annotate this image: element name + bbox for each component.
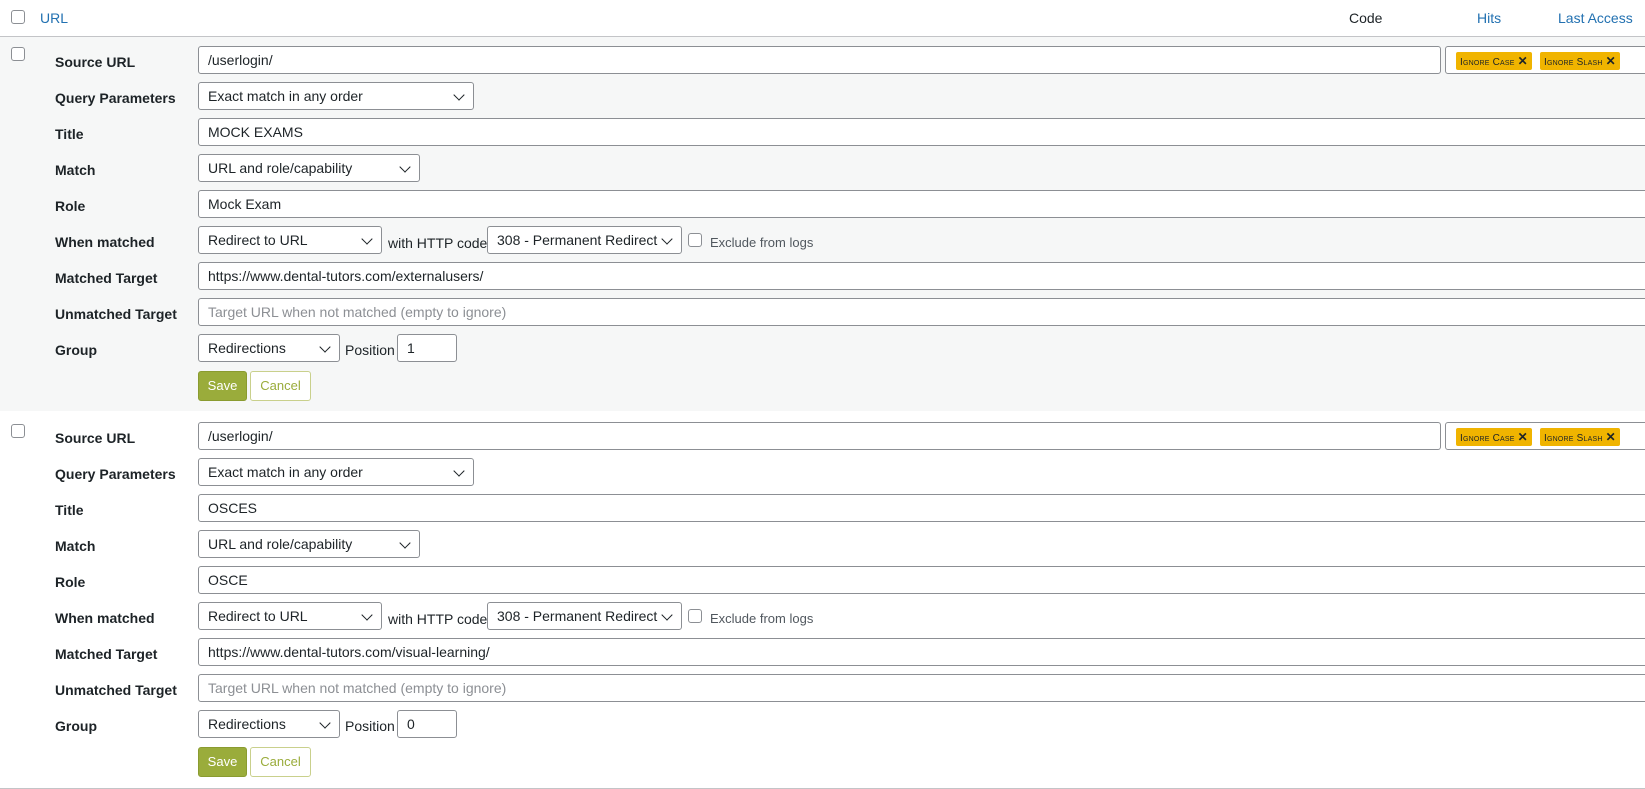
flag-ignore-slash[interactable]: Ignore Slash ✕: [1540, 52, 1620, 70]
remove-flag-icon[interactable]: ✕: [1606, 54, 1616, 68]
role-label: Role: [55, 574, 86, 590]
save-button[interactable]: Save: [198, 371, 247, 401]
exclude-from-logs-label: Exclude from logs: [710, 611, 814, 626]
flag-ignore-slash[interactable]: Ignore Slash ✕: [1540, 428, 1620, 446]
group-label: Group: [55, 718, 97, 734]
exclude-from-logs-checkbox[interactable]: [688, 609, 702, 623]
when-matched-value: Redirect to URL: [208, 232, 308, 248]
match-label: Match: [55, 538, 96, 554]
chevron-down-icon: [361, 609, 373, 621]
role-input[interactable]: Mock Exam: [198, 190, 1645, 218]
chevron-down-icon: [453, 89, 465, 101]
flag-ignore-case-label: Ignore Case: [1460, 433, 1515, 444]
redirect-edit-row: Source URL /userlogin/ Ignore Case ✕ Igno…: [0, 37, 1645, 411]
flag-ignore-case[interactable]: Ignore Case ✕: [1456, 428, 1532, 446]
match-value: URL and role/capability: [208, 536, 353, 552]
source-flags[interactable]: Ignore Case ✕ Ignore Slash ✕: [1445, 422, 1645, 450]
matched-target-input[interactable]: https://www.dental-tutors.com/externalus…: [198, 262, 1645, 290]
query-parameters-label: Query Parameters: [55, 466, 176, 482]
row-checkbox[interactable]: [11, 47, 25, 61]
column-url[interactable]: URL: [40, 10, 68, 26]
source-url-input[interactable]: /userlogin/: [198, 422, 1441, 450]
column-hits[interactable]: Hits: [1477, 10, 1501, 26]
http-code-value: 308 - Permanent Redirect: [497, 608, 658, 624]
chevron-down-icon: [319, 341, 331, 353]
table-header: URL Code Hits Last Access: [0, 0, 1645, 37]
remove-flag-icon[interactable]: ✕: [1518, 54, 1528, 68]
unmatched-target-input[interactable]: Target URL when not matched (empty to ig…: [198, 298, 1645, 326]
http-code-select[interactable]: 308 - Permanent Redirect: [487, 602, 682, 630]
flag-ignore-case[interactable]: Ignore Case ✕: [1456, 52, 1532, 70]
with-http-code-label: with HTTP code: [388, 611, 488, 627]
position-input[interactable]: 1: [397, 334, 457, 362]
exclude-from-logs-label: Exclude from logs: [710, 235, 814, 250]
chevron-down-icon: [661, 233, 673, 245]
when-matched-label: When matched: [55, 234, 155, 250]
when-matched-label: When matched: [55, 610, 155, 626]
role-label: Role: [55, 198, 86, 214]
column-code: Code: [1349, 10, 1383, 26]
matched-target-input[interactable]: https://www.dental-tutors.com/visual-lea…: [198, 638, 1645, 666]
source-flags[interactable]: Ignore Case ✕ Ignore Slash ✕: [1445, 46, 1645, 74]
title-input[interactable]: MOCK EXAMS: [198, 118, 1645, 146]
exclude-from-logs-checkbox[interactable]: [688, 233, 702, 247]
remove-flag-icon[interactable]: ✕: [1606, 430, 1616, 444]
query-parameters-value: Exact match in any order: [208, 464, 363, 480]
with-http-code-label: with HTTP code: [388, 235, 488, 251]
title-label: Title: [55, 126, 84, 142]
role-input[interactable]: OSCE: [198, 566, 1645, 594]
chevron-down-icon: [453, 465, 465, 477]
match-select[interactable]: URL and role/capability: [198, 154, 420, 182]
cancel-button[interactable]: Cancel: [250, 747, 311, 777]
position-label: Position: [345, 718, 395, 734]
when-matched-select[interactable]: Redirect to URL: [198, 226, 382, 254]
matched-target-label: Matched Target: [55, 646, 158, 662]
match-value: URL and role/capability: [208, 160, 353, 176]
query-parameters-value: Exact match in any order: [208, 88, 363, 104]
column-last-access[interactable]: Last Access: [1558, 10, 1633, 26]
group-value: Redirections: [208, 340, 286, 356]
save-button[interactable]: Save: [198, 747, 247, 777]
when-matched-value: Redirect to URL: [208, 608, 308, 624]
title-input[interactable]: OSCES: [198, 494, 1645, 522]
source-url-input[interactable]: /userlogin/: [198, 46, 1441, 74]
query-parameters-select[interactable]: Exact match in any order: [198, 82, 474, 110]
position-input[interactable]: 0: [397, 710, 457, 738]
query-parameters-label: Query Parameters: [55, 90, 176, 106]
chevron-down-icon: [399, 537, 411, 549]
chevron-down-icon: [661, 609, 673, 621]
group-value: Redirections: [208, 716, 286, 732]
redirect-edit-row: Source URL /userlogin/ Ignore Case ✕ Igno…: [0, 412, 1645, 789]
http-code-value: 308 - Permanent Redirect: [497, 232, 658, 248]
unmatched-target-label: Unmatched Target: [55, 682, 177, 698]
flag-ignore-slash-label: Ignore Slash: [1544, 57, 1603, 68]
matched-target-label: Matched Target: [55, 270, 158, 286]
flag-ignore-slash-label: Ignore Slash: [1544, 433, 1603, 444]
query-parameters-select[interactable]: Exact match in any order: [198, 458, 474, 486]
group-select[interactable]: Redirections: [198, 334, 340, 362]
group-select[interactable]: Redirections: [198, 710, 340, 738]
title-label: Title: [55, 502, 84, 518]
source-url-label: Source URL: [55, 430, 136, 446]
unmatched-target-input[interactable]: Target URL when not matched (empty to ig…: [198, 674, 1645, 702]
http-code-select[interactable]: 308 - Permanent Redirect: [487, 226, 682, 254]
select-all-checkbox[interactable]: [11, 10, 25, 24]
match-select[interactable]: URL and role/capability: [198, 530, 420, 558]
flag-ignore-case-label: Ignore Case: [1460, 57, 1515, 68]
chevron-down-icon: [399, 161, 411, 173]
source-url-label: Source URL: [55, 54, 136, 70]
position-label: Position: [345, 342, 395, 358]
remove-flag-icon[interactable]: ✕: [1518, 430, 1528, 444]
chevron-down-icon: [361, 233, 373, 245]
match-label: Match: [55, 162, 96, 178]
chevron-down-icon: [319, 717, 331, 729]
row-checkbox[interactable]: [11, 424, 25, 438]
when-matched-select[interactable]: Redirect to URL: [198, 602, 382, 630]
group-label: Group: [55, 342, 97, 358]
cancel-button[interactable]: Cancel: [250, 371, 311, 401]
unmatched-target-label: Unmatched Target: [55, 306, 177, 322]
